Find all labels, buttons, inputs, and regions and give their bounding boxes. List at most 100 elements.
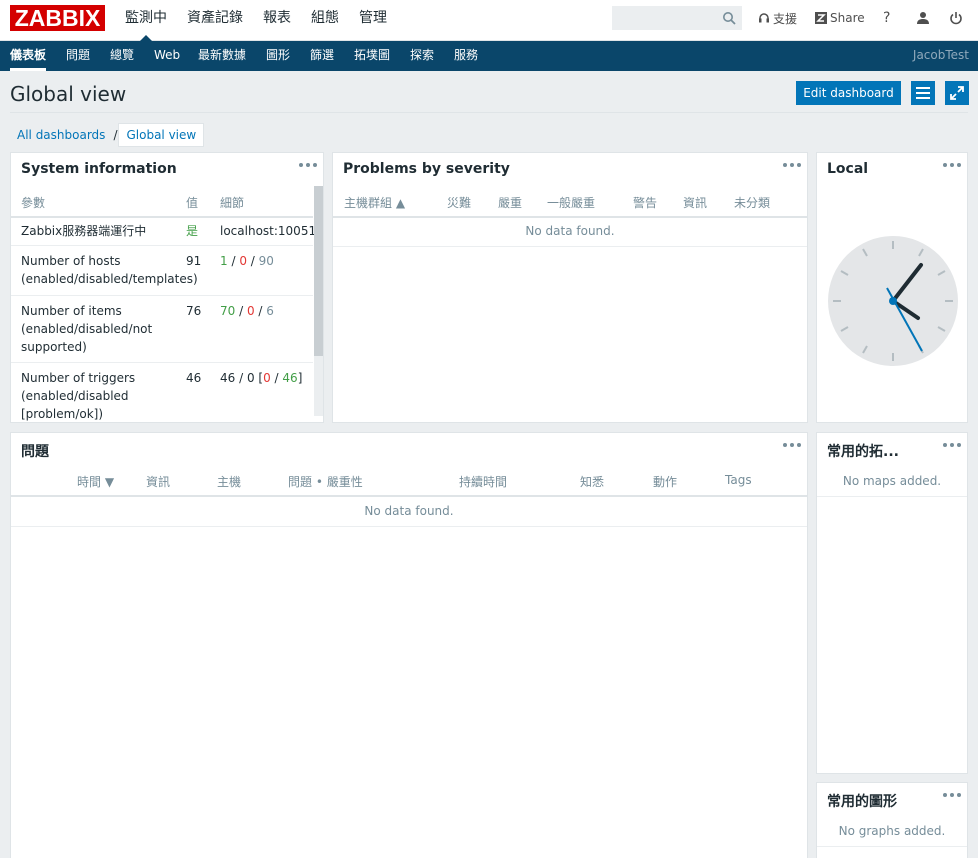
row-divider <box>11 526 807 527</box>
table-row: Number of triggers (enabled/disabled [pr… <box>11 363 313 422</box>
widget-title: 常用的圖形 <box>827 794 897 810</box>
row-divider <box>817 496 967 497</box>
current-user: JacobTest <box>912 48 969 62</box>
row-divider <box>333 246 807 247</box>
param-cell: Number of hosts (enabled/disabled/templa… <box>21 254 198 286</box>
share-label: Share <box>830 11 865 25</box>
col-parameter: 參數 <box>21 196 46 210</box>
col-tags: Tags <box>725 473 752 487</box>
value-cell: 76 <box>186 304 202 318</box>
col-ack: 知悉 <box>580 475 605 489</box>
col-info: 資訊 <box>146 475 171 489</box>
table-row: Number of hosts (enabled/disabled/templa… <box>11 246 313 296</box>
widget-system-information: System information 參數 值 細節 Zabbix服務器端運行中… <box>10 152 324 423</box>
widget-options-icon[interactable] <box>943 787 961 803</box>
search-icon[interactable] <box>722 11 736 25</box>
headset-icon <box>759 13 769 23</box>
header-divider <box>10 112 968 113</box>
table-header: 主機群組 ▲ 災難 嚴重 一般嚴重 警告 資訊 未分類 <box>333 186 807 218</box>
search-box <box>612 6 742 30</box>
table-header: 時間 ▼ 資訊 主機 問題 • 嚴重性 持續時間 知悉 動作 Tags <box>11 465 807 497</box>
dashboard-menu-button[interactable] <box>911 81 935 105</box>
support-label: 支援 <box>773 11 798 26</box>
col-details: 細節 <box>220 196 245 210</box>
scrollbar-thumb[interactable] <box>314 186 323 356</box>
subnav-graphs[interactable]: 圖形 <box>266 41 290 71</box>
edit-dashboard-button[interactable]: Edit dashboard <box>796 81 901 105</box>
table-row: Zabbix服務器端運行中 是 localhost:10051 <box>11 216 317 246</box>
col-time[interactable]: 時間 ▼ <box>77 473 114 490</box>
share-z-icon <box>815 12 827 24</box>
col-problem-severity: 問題 • 嚴重性 <box>288 475 363 489</box>
help-link[interactable]: ? <box>883 0 890 36</box>
enabled-count: 70 <box>220 304 236 318</box>
help-label: ? <box>883 10 891 26</box>
widget-options-icon[interactable] <box>943 437 961 453</box>
breadcrumb-current[interactable]: Global view <box>118 123 205 147</box>
support-link[interactable]: 支援 <box>758 0 797 36</box>
widget-options-icon[interactable] <box>783 157 801 173</box>
enabled-count: 46 <box>220 371 236 385</box>
ok-count: 46 <box>282 371 298 385</box>
subnav-discovery[interactable]: 探索 <box>410 41 434 71</box>
user-icon <box>917 12 929 24</box>
breadcrumb-all-dashboards[interactable]: All dashboards <box>10 124 112 146</box>
disabled-count: 0 <box>246 304 255 318</box>
not-supported-count: 6 <box>266 304 274 318</box>
detail-cell: 46 / 0 [0 / 46] <box>220 371 303 385</box>
widget-title: Problems by severity <box>343 161 510 177</box>
widget-title: System information <box>21 161 177 177</box>
row-divider <box>817 846 967 847</box>
subnav-screens[interactable]: 篩選 <box>310 41 334 71</box>
nav-inventory[interactable]: 資產記錄 <box>177 0 253 41</box>
nav-configuration[interactable]: 組態 <box>301 0 349 41</box>
problem-count: 0 <box>263 371 271 385</box>
col-value: 值 <box>186 196 199 210</box>
table-header: 參數 值 細節 <box>11 186 313 218</box>
nav-monitoring[interactable]: 監測中 <box>115 0 177 41</box>
param-cell: Number of triggers (enabled/disabled [pr… <box>21 371 136 421</box>
widget-options-icon[interactable] <box>943 157 961 173</box>
menu-icon <box>916 87 930 99</box>
sign-out-link[interactable] <box>949 0 966 36</box>
col-not-classified: 未分類 <box>734 196 771 210</box>
templates-count: 90 <box>258 254 274 268</box>
no-data-message: No data found. <box>525 224 615 238</box>
breadcrumb: All dashboards / Global view <box>10 123 205 147</box>
nav-administration[interactable]: 管理 <box>349 0 397 41</box>
subnav-dashboard[interactable]: 儀表板 <box>10 41 47 71</box>
widget-clock: Local <box>816 152 968 423</box>
col-high: 嚴重 <box>498 196 523 210</box>
widget-problems-by-severity: Problems by severity 主機群組 ▲ 災難 嚴重 一般嚴重 警… <box>332 152 808 423</box>
subnav-problems[interactable]: 問題 <box>66 41 90 71</box>
detail-cell: localhost:10051 <box>220 224 317 238</box>
share-link[interactable]: Share <box>815 0 865 36</box>
disabled-count: 0 <box>246 371 255 385</box>
page-title: Global view <box>10 82 127 106</box>
widget-options-icon[interactable] <box>783 437 801 453</box>
col-host: 主機 <box>217 475 242 489</box>
top-bar: ZABBIX 監測中 資產記錄 報表 組態 管理 支援 Share ? <box>0 0 978 41</box>
subnav-overview[interactable]: 總覽 <box>110 41 134 71</box>
no-data-message: No data found. <box>364 504 454 518</box>
widget-favorite-maps: 常用的拓... No maps added. <box>816 432 968 774</box>
subnav-maps[interactable]: 拓墣圖 <box>354 41 390 71</box>
fullscreen-button[interactable] <box>945 81 969 105</box>
detail-cell: 70 / 0 / 6 <box>220 304 274 318</box>
col-host-group[interactable]: 主機群組 ▲ <box>344 194 405 211</box>
subnav-services[interactable]: 服務 <box>454 41 478 71</box>
value-cell: 是 <box>186 224 199 238</box>
subnav-web[interactable]: Web <box>154 41 180 71</box>
subnav-latest-data[interactable]: 最新數據 <box>198 41 246 71</box>
col-information: 資訊 <box>683 196 708 210</box>
no-graphs-message: No graphs added. <box>838 824 946 838</box>
widget-options-icon[interactable] <box>299 157 317 173</box>
main-nav: 監測中 資產記錄 報表 組態 管理 <box>115 0 397 41</box>
widget-title: Local <box>827 161 869 177</box>
disabled-count: 0 <box>239 254 247 268</box>
no-maps-message: No maps added. <box>842 474 942 488</box>
zabbix-logo[interactable]: ZABBIX <box>10 5 105 31</box>
sub-nav: 儀表板 問題 總覽 Web 最新數據 圖形 篩選 拓墣圖 探索 服務 Jacob… <box>0 41 978 71</box>
user-profile-link[interactable] <box>916 0 933 36</box>
nav-reports[interactable]: 報表 <box>253 0 301 41</box>
